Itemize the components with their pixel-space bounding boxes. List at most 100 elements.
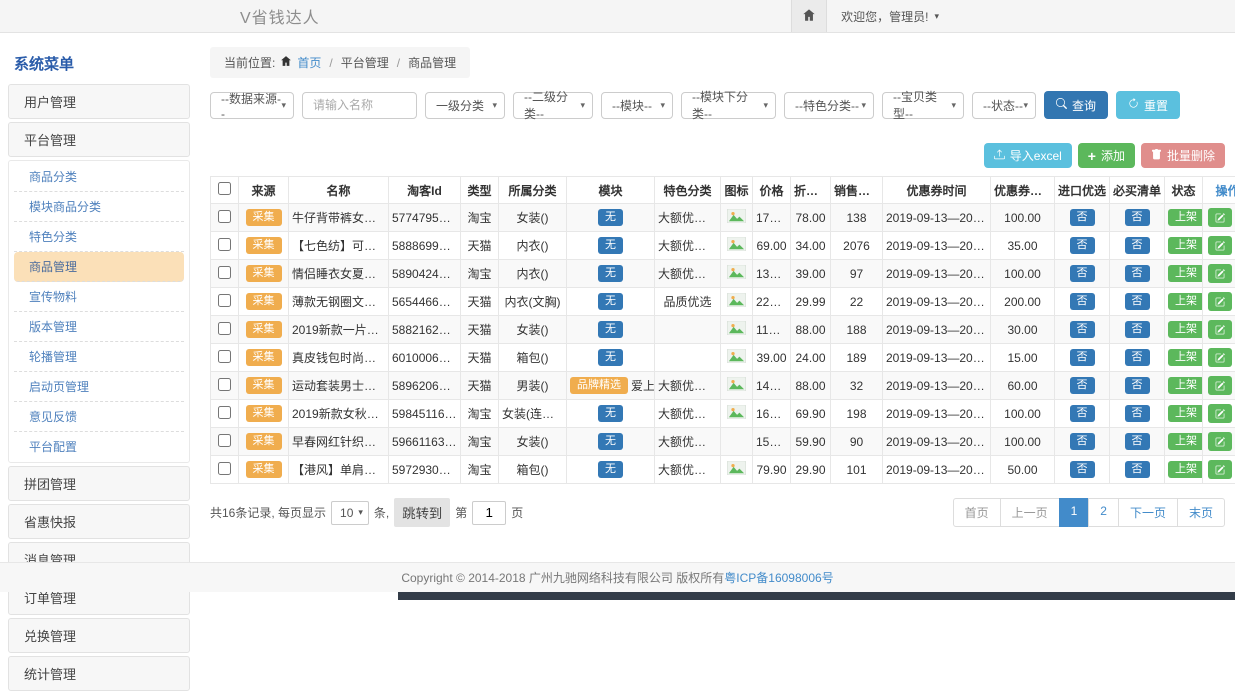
filter-select-data-source[interactable]: --数据来源--▾ [210, 92, 294, 119]
must-buy-badge[interactable]: 否 [1125, 265, 1150, 282]
product-thumbnail[interactable] [727, 461, 746, 478]
edit-button[interactable] [1208, 208, 1232, 227]
status-badge[interactable]: 上架 [1168, 293, 1203, 310]
imported-badge[interactable]: 否 [1070, 377, 1095, 394]
status-badge[interactable]: 上架 [1168, 321, 1203, 338]
filter-select-module[interactable]: --模块--▾ [601, 92, 673, 119]
product-thumbnail[interactable] [727, 237, 746, 254]
imported-badge[interactable]: 否 [1070, 265, 1095, 282]
filter-select-item-type[interactable]: --宝贝类型--▾ [882, 92, 964, 119]
sidebar-item-统计管理[interactable]: 统计管理 [8, 656, 190, 691]
sidebar-subitem-商品管理[interactable]: 商品管理 [14, 252, 184, 282]
filter-select-level1-category[interactable]: 一级分类▾ [425, 92, 505, 119]
page-size-select[interactable]: 10 ▾ [331, 501, 369, 525]
breadcrumb-home-link[interactable]: 首页 [297, 54, 321, 71]
jump-page-input[interactable] [472, 501, 506, 525]
user-menu[interactable]: 欢迎您，管理员! ▾ [827, 8, 953, 25]
edit-button[interactable] [1208, 376, 1232, 395]
page-button-2[interactable]: 2 [1088, 498, 1119, 527]
product-thumbnail[interactable] [727, 405, 746, 422]
imported-badge[interactable]: 否 [1070, 349, 1095, 366]
must-buy-badge[interactable]: 否 [1125, 237, 1150, 254]
edit-button[interactable] [1208, 236, 1232, 255]
status-badge[interactable]: 上架 [1168, 377, 1203, 394]
imported-badge[interactable]: 否 [1070, 461, 1095, 478]
edit-button[interactable] [1208, 348, 1232, 367]
sidebar-item-省惠快报[interactable]: 省惠快报 [8, 504, 190, 539]
status-badge[interactable]: 上架 [1168, 237, 1203, 254]
product-thumbnail[interactable] [727, 265, 746, 282]
product-thumbnail[interactable] [727, 349, 746, 366]
imported-badge[interactable]: 否 [1070, 237, 1095, 254]
icp-link[interactable]: 粤ICP备16098006号 [724, 569, 833, 586]
edit-button[interactable] [1208, 320, 1232, 339]
sidebar-item-用户管理[interactable]: 用户管理 [8, 84, 190, 119]
page-button-下一页[interactable]: 下一页 [1118, 498, 1178, 527]
sidebar-subitem-宣传物料[interactable]: 宣传物料 [14, 282, 184, 312]
imported-badge[interactable]: 否 [1070, 433, 1095, 450]
home-button[interactable] [791, 0, 827, 32]
row-checkbox[interactable] [218, 462, 231, 475]
sidebar-subitem-版本管理[interactable]: 版本管理 [14, 312, 184, 342]
sidebar-subitem-特色分类[interactable]: 特色分类 [14, 222, 184, 252]
reset-button[interactable]: 重置 [1116, 91, 1180, 119]
status-badge[interactable]: 上架 [1168, 433, 1203, 450]
status-badge[interactable]: 上架 [1168, 209, 1203, 226]
select-all-checkbox[interactable] [218, 182, 231, 195]
row-checkbox[interactable] [218, 406, 231, 419]
imported-badge[interactable]: 否 [1070, 405, 1095, 422]
status-badge[interactable]: 上架 [1168, 405, 1203, 422]
status-badge[interactable]: 上架 [1168, 461, 1203, 478]
product-thumbnail[interactable] [727, 293, 746, 310]
page-button-1[interactable]: 1 [1059, 498, 1090, 527]
edit-button[interactable] [1208, 432, 1232, 451]
import-excel-button[interactable]: 导入excel [984, 143, 1072, 168]
page-button-末页[interactable]: 末页 [1177, 498, 1225, 527]
batch-delete-button[interactable]: 批量删除 [1141, 143, 1225, 168]
edit-button[interactable] [1208, 264, 1232, 283]
filter-select-feature-category[interactable]: --特色分类--▾ [784, 92, 874, 119]
page-button-上一页[interactable]: 上一页 [1000, 498, 1060, 527]
must-buy-badge[interactable]: 否 [1125, 377, 1150, 394]
product-thumbnail[interactable] [727, 321, 746, 338]
page-button-首页[interactable]: 首页 [953, 498, 1001, 527]
sidebar-subitem-模块商品分类[interactable]: 模块商品分类 [14, 192, 184, 222]
row-checkbox[interactable] [218, 238, 231, 251]
sidebar-item-平台管理[interactable]: 平台管理 [8, 122, 190, 157]
must-buy-badge[interactable]: 否 [1125, 405, 1150, 422]
imported-badge[interactable]: 否 [1070, 293, 1095, 310]
sidebar-item-兑换管理[interactable]: 兑换管理 [8, 618, 190, 653]
row-checkbox[interactable] [218, 350, 231, 363]
row-checkbox[interactable] [218, 210, 231, 223]
edit-button[interactable] [1208, 292, 1232, 311]
must-buy-badge[interactable]: 否 [1125, 209, 1150, 226]
row-checkbox[interactable] [218, 378, 231, 391]
must-buy-badge[interactable]: 否 [1125, 461, 1150, 478]
search-button[interactable]: 查询 [1044, 91, 1108, 119]
sidebar-subitem-平台配置[interactable]: 平台配置 [14, 432, 184, 461]
row-checkbox[interactable] [218, 434, 231, 447]
row-checkbox[interactable] [218, 322, 231, 335]
imported-badge[interactable]: 否 [1070, 209, 1095, 226]
row-checkbox[interactable] [218, 266, 231, 279]
edit-button[interactable] [1208, 404, 1232, 423]
must-buy-badge[interactable]: 否 [1125, 293, 1150, 310]
must-buy-badge[interactable]: 否 [1125, 321, 1150, 338]
filter-select-module-sub-category[interactable]: --模块下分类--▾ [681, 92, 776, 119]
sidebar-subitem-意见反馈[interactable]: 意见反馈 [14, 402, 184, 432]
filter-select-level2-category[interactable]: --二级分类--▾ [513, 92, 593, 119]
status-badge[interactable]: 上架 [1168, 349, 1203, 366]
name-search-input[interactable] [302, 92, 417, 119]
sidebar-item-拼团管理[interactable]: 拼团管理 [8, 466, 190, 501]
imported-badge[interactable]: 否 [1070, 321, 1095, 338]
status-badge[interactable]: 上架 [1168, 265, 1203, 282]
sidebar-subitem-启动页管理[interactable]: 启动页管理 [14, 372, 184, 402]
filter-select-status[interactable]: --状态--▾ [972, 92, 1036, 119]
edit-button[interactable] [1208, 460, 1232, 479]
product-thumbnail[interactable] [727, 209, 746, 226]
add-button[interactable]: + 添加 [1078, 143, 1135, 168]
product-thumbnail[interactable] [727, 377, 746, 394]
sidebar-subitem-轮播管理[interactable]: 轮播管理 [14, 342, 184, 372]
sidebar-subitem-商品分类[interactable]: 商品分类 [14, 162, 184, 192]
row-checkbox[interactable] [218, 294, 231, 307]
